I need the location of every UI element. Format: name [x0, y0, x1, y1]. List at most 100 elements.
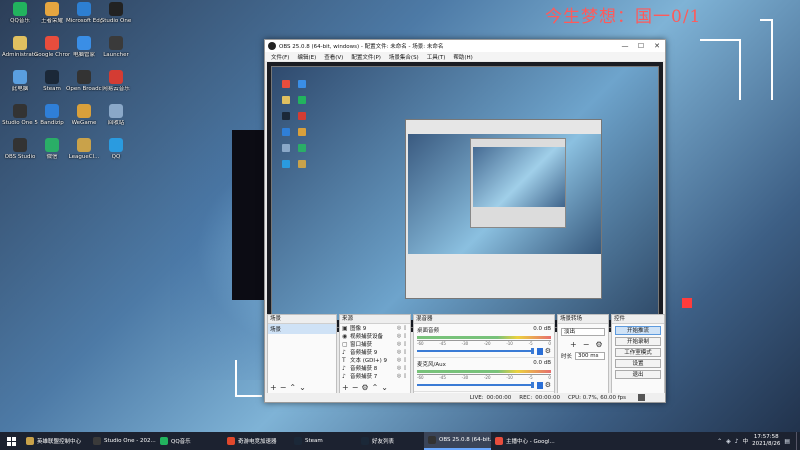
taskbar-item[interactable]: OBS 25.0.8 (64-bit... — [424, 432, 491, 450]
notification-icon[interactable]: ▤ — [784, 438, 790, 445]
desktop-icon[interactable]: QQ音乐 — [2, 2, 38, 40]
volume-slider[interactable] — [417, 382, 534, 388]
scene-down-button[interactable]: ⌄ — [299, 383, 306, 392]
source-item[interactable]: ◉ 视频捕获设备 ◎ ▯ — [340, 332, 410, 341]
lock-icon[interactable]: ▯ — [402, 333, 408, 339]
app-icon — [93, 437, 101, 445]
minimize-button[interactable]: — — [617, 40, 633, 52]
volume-meter — [417, 370, 551, 373]
lock-icon[interactable]: ▯ — [402, 341, 408, 347]
source-item[interactable]: ♪ 音频捕获 7 ◎ ▯ — [340, 372, 410, 381]
obs-preview[interactable] — [267, 62, 663, 332]
obs-icon — [77, 70, 91, 84]
lock-icon[interactable]: ▯ — [402, 325, 408, 331]
start-recording-button[interactable]: 开始录制 — [615, 337, 661, 346]
image-icon: ▣ — [342, 324, 348, 332]
desktop-icon[interactable]: Open Broadcaster — [66, 70, 102, 108]
desktop-icon[interactable]: WeGame — [66, 104, 102, 142]
remove-scene-button[interactable]: − — [280, 383, 287, 392]
input-method-indicator[interactable]: 中 — [743, 437, 749, 445]
add-scene-button[interactable]: + — [270, 383, 277, 392]
source-item[interactable]: ▣ 图像 9 ◎ ▯ — [340, 324, 410, 333]
source-item[interactable]: ♪ 音频捕获 8 ◎ ▯ — [340, 364, 410, 373]
taskbar-item[interactable]: Steam — [290, 432, 357, 450]
duration-input[interactable]: 300 ms — [575, 352, 605, 360]
desktop-icon[interactable]: Studio One — [98, 2, 134, 40]
windows-logo-icon — [6, 436, 16, 446]
lock-icon[interactable]: ▯ — [402, 373, 408, 379]
add-source-button[interactable]: + — [342, 383, 349, 392]
taskbar-item[interactable]: QQ音乐 — [156, 432, 223, 450]
desktop-icon[interactable]: Administrator — [2, 36, 38, 74]
transition-settings-icon[interactable]: ⚙ — [595, 340, 602, 349]
desktop-icon[interactable]: 网易云音乐 — [98, 70, 134, 108]
remove-transition-button[interactable]: − — [583, 340, 590, 349]
desktop-icon-label: Google Chrome — [34, 52, 70, 58]
desktop-icon[interactable]: Steam — [34, 70, 70, 108]
scene-item[interactable]: 场景 — [268, 324, 336, 334]
desktop-icon[interactable]: 此电脑 — [2, 70, 38, 108]
desktop-icon[interactable]: 王者荣耀 — [34, 2, 70, 40]
chevron-up-icon[interactable]: ⌃ — [717, 438, 722, 445]
obs-window[interactable]: OBS 25.0.8 (64-bit, windows) - 配置文件: 未命名… — [264, 39, 666, 403]
exit-button[interactable]: 退出 — [615, 370, 661, 379]
desktop-icon[interactable]: LeagueCl... — [66, 138, 102, 176]
menu-file[interactable]: 文件(F) — [267, 53, 293, 61]
desktop-icon[interactable]: Studio One 5 — [2, 104, 38, 142]
menu-help[interactable]: 帮助(H) — [449, 53, 476, 61]
speaker-icon[interactable] — [536, 381, 543, 389]
volume-icon[interactable]: ♪ — [735, 438, 739, 445]
desktop-icon-label: Steam — [43, 86, 61, 92]
desktop-icon[interactable]: Microsoft Edge — [66, 2, 102, 40]
remove-source-button[interactable]: − — [352, 383, 359, 392]
taskbar-item[interactable]: 主播中心 - Googl... — [491, 432, 558, 450]
close-button[interactable]: ✕ — [649, 40, 665, 52]
tick-label: -30 — [461, 375, 469, 380]
maximize-button[interactable]: ☐ — [633, 40, 649, 52]
obs-titlebar[interactable]: OBS 25.0.8 (64-bit, windows) - 配置文件: 未命名… — [265, 40, 665, 52]
source-down-button[interactable]: ⌄ — [381, 383, 388, 392]
speaker-icon[interactable] — [536, 347, 543, 355]
desktop-icon[interactable]: 电脑管家 — [66, 36, 102, 74]
live-status: LIVE: 00:00:00 — [470, 395, 511, 401]
menu-edit[interactable]: 编辑(E) — [293, 53, 320, 61]
desktop-icon[interactable]: OBS Studio — [2, 138, 38, 176]
add-transition-button[interactable]: + — [570, 340, 577, 349]
desktop-icon[interactable]: 微信 — [34, 138, 70, 176]
taskbar-item[interactable]: 奇游电竞加速器 — [223, 432, 290, 450]
menu-view[interactable]: 查看(V) — [320, 53, 347, 61]
show-desktop-button[interactable] — [796, 432, 800, 450]
network-icon[interactable]: ◈ — [726, 438, 731, 445]
scene-up-button[interactable]: ⌃ — [289, 383, 296, 392]
desktop-icon[interactable]: Bandizip — [34, 104, 70, 142]
desktop-icon[interactable]: 回收站 — [98, 104, 134, 142]
taskbar-item[interactable]: 好友列表 — [357, 432, 424, 450]
source-up-button[interactable]: ⌃ — [372, 383, 379, 392]
source-item[interactable]: ▢ 窗口捕获 ◎ ▯ — [340, 340, 410, 349]
desktop-icon[interactable]: Google Chrome — [34, 36, 70, 74]
volume-slider[interactable] — [417, 348, 534, 354]
menu-scene-collection[interactable]: 场景集合(S) — [385, 53, 423, 61]
lock-icon[interactable]: ▯ — [402, 349, 408, 355]
settings-button[interactable]: 设置 — [615, 359, 661, 368]
taskbar-item[interactable]: Studio One - 202... — [89, 432, 156, 450]
studio-mode-button[interactable]: 工作室模式 — [615, 348, 661, 357]
source-item[interactable]: ♪ 音频捕获 9 ◎ ▯ — [340, 348, 410, 357]
start-streaming-button[interactable]: 开始推流 — [615, 326, 661, 335]
gear-icon[interactable]: ⚙ — [545, 347, 551, 355]
recycle-bin-icon — [109, 104, 123, 118]
wallpaper-motto: 今生梦想：国一0/1 — [545, 7, 702, 27]
lock-icon[interactable]: ▯ — [402, 357, 408, 363]
menu-profile[interactable]: 配置文件(P) — [347, 53, 385, 61]
taskbar-item[interactable]: 英雄联盟控制中心 — [22, 432, 89, 450]
start-button[interactable] — [0, 432, 22, 450]
lock-icon[interactable]: ▯ — [402, 365, 408, 371]
desktop-icon[interactable]: Launcher — [98, 36, 134, 74]
gear-icon[interactable]: ⚙ — [545, 381, 551, 389]
menu-tools[interactable]: 工具(T) — [423, 53, 450, 61]
source-settings-button[interactable]: ⚙ — [361, 383, 368, 392]
transition-select[interactable]: 淡出 — [561, 328, 605, 336]
desktop-icon[interactable]: QQ — [98, 138, 134, 176]
taskbar-clock[interactable]: 17:57:58 2021/8/26 — [752, 434, 780, 448]
source-item[interactable]: T 文本 (GDI+) 9 ◎ ▯ — [340, 356, 410, 365]
